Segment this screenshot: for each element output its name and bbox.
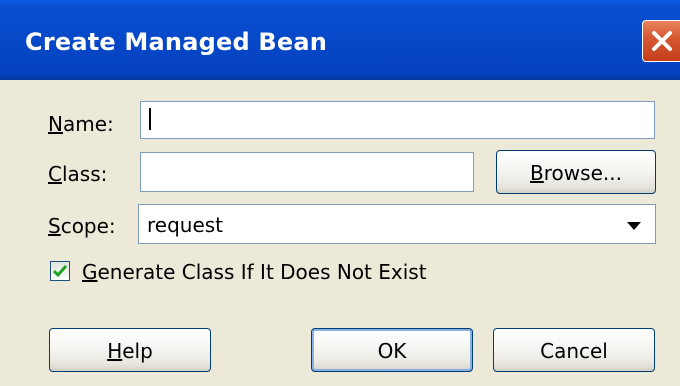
- chevron-down-icon: [627, 222, 641, 230]
- text-caret: [149, 108, 151, 130]
- name-label: Name:: [48, 112, 114, 136]
- checkmark-icon: [52, 265, 68, 278]
- cancel-button[interactable]: Cancel: [493, 328, 655, 372]
- class-label: Class:: [48, 162, 108, 186]
- class-input[interactable]: [140, 152, 474, 192]
- browse-button[interactable]: Browse...: [496, 150, 656, 194]
- ok-button[interactable]: OK: [311, 328, 473, 372]
- name-input[interactable]: [140, 101, 655, 139]
- help-button[interactable]: Help: [49, 328, 211, 372]
- generate-class-label[interactable]: Generate Class If It Does Not Exist: [82, 260, 427, 284]
- generate-class-checkbox[interactable]: [50, 261, 70, 281]
- close-button[interactable]: [642, 20, 680, 62]
- close-icon: [652, 31, 672, 51]
- scope-select-value: request: [147, 213, 224, 237]
- scope-select[interactable]: request: [138, 204, 656, 244]
- dialog-body: Name: Class: Browse... Scope: request Ge…: [0, 80, 680, 386]
- dialog-title: Create Managed Bean: [25, 28, 328, 56]
- create-managed-bean-dialog: Create Managed Bean Name: Class: Browse.…: [0, 0, 680, 386]
- title-bar[interactable]: Create Managed Bean: [0, 0, 680, 80]
- scope-label: Scope:: [48, 214, 116, 238]
